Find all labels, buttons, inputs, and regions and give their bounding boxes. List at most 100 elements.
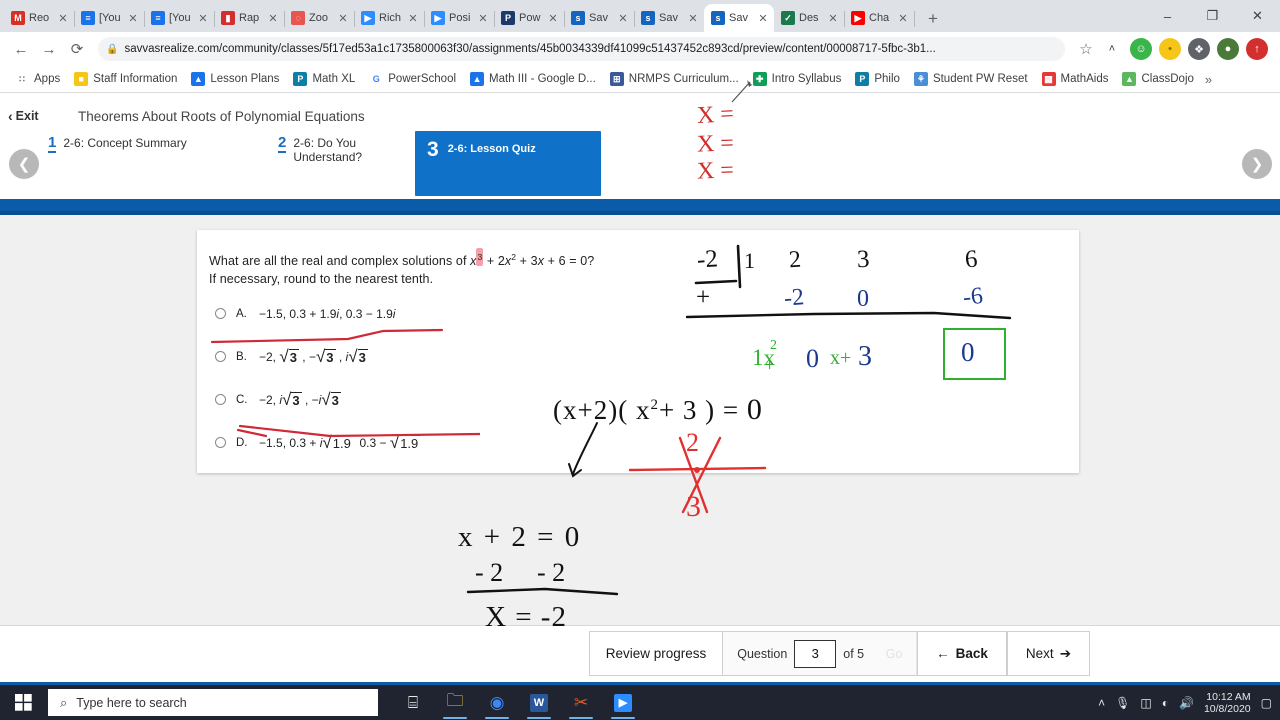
taskbar-search-box[interactable]: ⌕ Type here to search (48, 689, 378, 716)
emoji-extension-icon[interactable]: • (1159, 38, 1181, 60)
task-view-icon[interactable]: ⌸ (394, 685, 432, 720)
wifi-icon[interactable]: ◐ (1162, 696, 1169, 710)
close-window-button[interactable]: ✕ (1235, 0, 1280, 32)
bookmark-item-10[interactable]: ▦ MathAids (1035, 69, 1116, 89)
opera-extension-icon[interactable]: ↑ (1246, 38, 1268, 60)
bookmark-item-3[interactable]: P Math XL (286, 69, 362, 89)
tray-chevron-icon[interactable]: ˄ (1098, 696, 1105, 710)
close-tab-icon[interactable]: ✕ (126, 11, 140, 25)
file-explorer-icon[interactable]: 🗀 (436, 685, 474, 720)
next-page-button[interactable]: ❯ (1242, 149, 1272, 179)
browser-tab-10[interactable]: s Sav ✕ (704, 4, 774, 32)
close-tab-icon[interactable]: ✕ (266, 11, 280, 25)
word-icon[interactable]: W (520, 685, 558, 720)
lesson-step-tab-1[interactable]: 1 2-6: Concept Summary (40, 131, 270, 199)
taskbar-clock[interactable]: 10:12 AM 10/8/2020 (1204, 691, 1251, 715)
savvas-icon: s (571, 11, 585, 25)
radio-button-d[interactable] (215, 437, 226, 448)
battery-icon[interactable]: ◫ (1140, 696, 1151, 710)
close-tab-icon[interactable]: ✕ (56, 11, 70, 25)
bookmark-item-1[interactable]: ■ Staff Information (67, 69, 184, 89)
browser-tab-6[interactable]: ▶ Posi ✕ (424, 4, 495, 32)
lesson-step-tab-3[interactable]: 3 2-6: Lesson Quiz (415, 131, 601, 196)
notifications-icon[interactable]: ▢ (1261, 696, 1272, 710)
browser-tab-8[interactable]: s Sav ✕ (564, 4, 635, 32)
address-bar[interactable]: 🔒 savvasrealize.com/community/classes/5f… (98, 37, 1065, 61)
caret-up-icon[interactable]: ˄ (1101, 38, 1123, 60)
browser-tab-5[interactable]: ▶ Rich ✕ (354, 4, 425, 32)
go-button[interactable]: Go (872, 631, 918, 676)
snipping-tool-icon[interactable]: ✂ (562, 685, 600, 720)
browser-tab-title: Sav (589, 12, 608, 24)
close-tab-icon[interactable]: ✕ (546, 11, 560, 25)
close-tab-icon[interactable]: ✕ (896, 11, 910, 25)
browser-tab-11[interactable]: ✓ Des ✕ (774, 4, 845, 32)
book-icon: ▮ (221, 11, 235, 25)
close-tab-icon[interactable]: ✕ (336, 11, 350, 25)
question-part-2: + 2 (483, 254, 505, 269)
browser-tab-4[interactable]: ◌ Zoo ✕ (284, 4, 355, 32)
close-tab-icon[interactable]: ✕ (476, 11, 490, 25)
bookmark-item-9[interactable]: ⚘ Student PW Reset (907, 69, 1035, 89)
new-tab-button[interactable]: + (920, 6, 946, 32)
browser-tab-9[interactable]: s Sav ✕ (634, 4, 705, 32)
option-text-a: −1.5, 0.3 + 1.9i, 0.3 − 1.9i (259, 306, 396, 321)
browser-tab-2[interactable]: ≡ [You ✕ (144, 4, 215, 32)
answer-option-a[interactable]: A. −1.5, 0.3 + 1.9i, 0.3 − 1.9i (215, 292, 915, 335)
close-tab-icon[interactable]: ✕ (686, 11, 700, 25)
taskbar-app-indicator (569, 717, 593, 719)
answer-option-c[interactable]: C. −2, i √ 3 , −i √ 3 (215, 378, 915, 421)
browser-tab-1[interactable]: ≡ [You ✕ (74, 4, 145, 32)
minimize-button[interactable]: – (1145, 0, 1190, 32)
browser-tab-3[interactable]: ▮ Rap ✕ (214, 4, 285, 32)
bookmark-star-icon[interactable]: ☆ (1073, 36, 1099, 62)
windows-logo-icon (14, 694, 32, 711)
back-icon[interactable]: ← (8, 36, 34, 62)
start-button[interactable] (0, 685, 46, 720)
bookmark-item-0[interactable]: ∷ Apps (8, 69, 67, 89)
answer-option-b[interactable]: B. −2, √ 3 , − √ 3 , i √ 3 (215, 335, 915, 378)
back-label: Back (955, 646, 988, 661)
radio-button-c[interactable] (215, 394, 226, 405)
review-progress-button[interactable]: Review progress (588, 631, 724, 676)
chrome-icon[interactable]: ◉ (478, 685, 516, 720)
lesson-step-tab-2[interactable]: 2 2-6: Do You Understand? (270, 131, 415, 199)
bookmark-item-11[interactable]: ▲ ClassDojo (1115, 69, 1200, 89)
green-app-icon[interactable]: ☺ (1130, 38, 1152, 60)
profile-avatar-icon[interactable]: ● (1217, 38, 1239, 60)
back-button[interactable]: ← Back (917, 631, 1007, 676)
question-number-input[interactable]: 3 (794, 639, 837, 668)
next-button[interactable]: Next ➔ (1006, 631, 1090, 676)
bookmarks-overflow-icon[interactable]: » (1201, 72, 1216, 87)
lesson-step-number: 2 (278, 134, 287, 153)
exit-button[interactable]: ‹ Exit (8, 108, 39, 124)
browser-tab-title: [You (99, 12, 121, 24)
close-tab-icon[interactable]: ✕ (406, 11, 420, 25)
close-tab-icon[interactable]: ✕ (756, 11, 770, 25)
browser-tab-0[interactable]: M Reo ✕ (4, 4, 75, 32)
radio-button-b[interactable] (215, 351, 226, 362)
bookmark-item-8[interactable]: P Philo (848, 69, 907, 89)
reload-icon[interactable]: ⟳ (64, 36, 90, 62)
browser-nav-bar: ← → ⟳ 🔒 savvasrealize.com/community/clas… (0, 32, 1280, 66)
volume-icon[interactable]: 🔊 (1179, 696, 1194, 710)
previous-page-button[interactable]: ❮ (9, 149, 39, 179)
browser-tab-7[interactable]: P Pow ✕ (494, 4, 565, 32)
close-tab-icon[interactable]: ✕ (826, 11, 840, 25)
close-tab-icon[interactable]: ✕ (616, 11, 630, 25)
bookmark-item-4[interactable]: G PowerSchool (362, 69, 463, 89)
answer-option-d[interactable]: D. −1.5, 0.3 + i √ 1.9 0.3 − √ 1.9 (215, 421, 915, 464)
word-icon-glyph: W (530, 693, 548, 712)
bookmark-item-7[interactable]: ✚ Intro Syllabus (746, 69, 849, 89)
bookmark-item-2[interactable]: ▲ Lesson Plans (184, 69, 286, 89)
bookmark-item-5[interactable]: ▲ Math III - Google D... (463, 69, 603, 89)
browser-tab-12[interactable]: ▶ Cha ✕ (844, 4, 915, 32)
zoom-icon[interactable]: ▶ (604, 685, 642, 720)
bookmark-item-6[interactable]: ⊞ NRMPS Curriculum... (603, 69, 746, 89)
puzzle-extension-icon[interactable]: ❖ (1188, 38, 1210, 60)
radio-button-a[interactable] (215, 308, 226, 319)
microphone-icon[interactable]: 🎙 (1115, 696, 1130, 710)
close-tab-icon[interactable]: ✕ (196, 11, 210, 25)
forward-icon[interactable]: → (36, 36, 62, 62)
maximize-button[interactable]: ❐ (1190, 0, 1235, 32)
